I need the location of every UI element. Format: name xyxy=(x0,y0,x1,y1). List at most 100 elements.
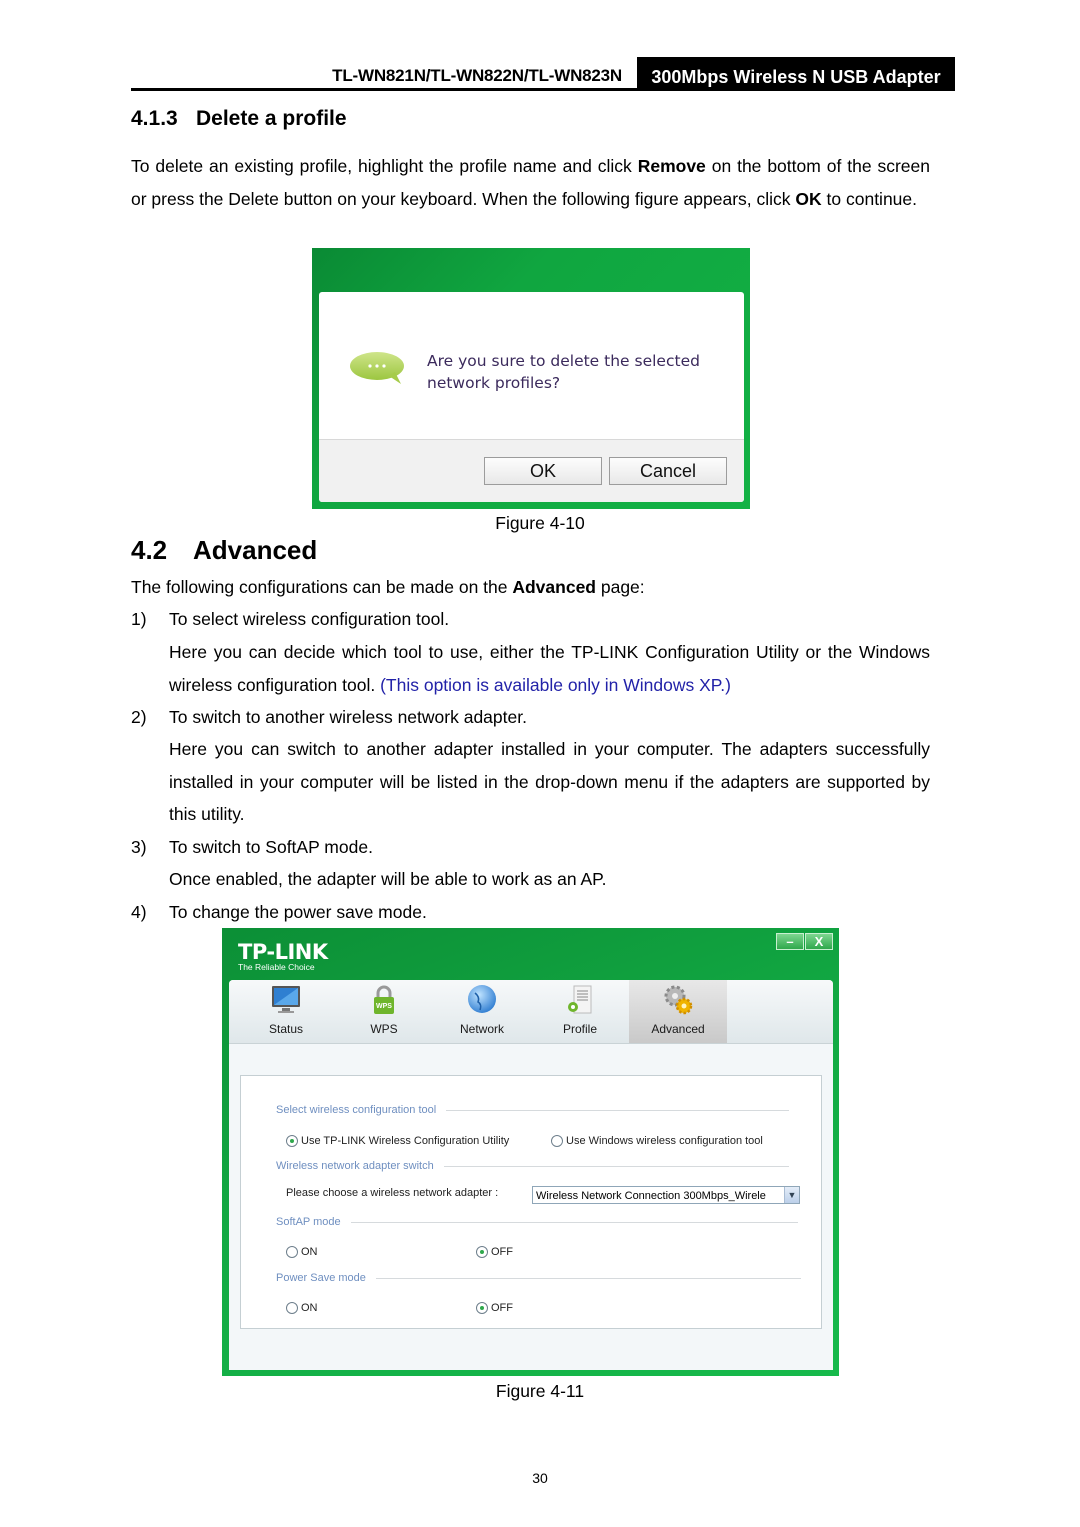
page-number: 30 xyxy=(532,1470,548,1486)
radio-unselected-icon[interactable] xyxy=(286,1302,298,1314)
profile-document-icon xyxy=(568,985,592,1014)
section-config-tool: Select wireless configuration tool xyxy=(276,1104,790,1116)
list-item: 1) To select wireless configuration tool. xyxy=(131,603,449,636)
option-label: ON xyxy=(301,1302,318,1314)
wps-lock-icon: WPS xyxy=(374,985,394,1014)
text: page: xyxy=(596,577,645,597)
header-product: 300Mbps Wireless N USB Adapter xyxy=(637,57,955,91)
tplink-logo: TP-LINK The Reliable Choice xyxy=(238,940,328,972)
chevron-down-icon[interactable]: ▼ xyxy=(784,1187,799,1203)
tab-label: Status xyxy=(268,1022,304,1036)
tab-label: Profile xyxy=(562,1022,597,1036)
section-divider xyxy=(350,1221,798,1223)
radio-selected-icon[interactable] xyxy=(286,1135,298,1147)
tab-status[interactable]: Status xyxy=(237,980,335,1043)
tplink-utility-window: TP-LINK The Reliable Choice – X Status W… xyxy=(222,928,839,1376)
option-label: OFF xyxy=(491,1302,513,1314)
globe-icon xyxy=(468,985,496,1013)
section-title: Power Save mode xyxy=(276,1272,366,1284)
list-item: 4) To change the power save mode. xyxy=(131,896,427,929)
list-number: 4) xyxy=(131,902,147,922)
radio-softap-off[interactable]: OFF xyxy=(476,1246,513,1258)
tab-label: Network xyxy=(459,1022,504,1036)
radio-softap-on[interactable]: ON xyxy=(286,1246,318,1258)
list-description: Here you can decide which tool to use, e… xyxy=(169,636,930,701)
ok-button[interactable]: OK xyxy=(484,457,602,485)
delete-confirm-dialog: Are you sure to delete the selected netw… xyxy=(312,248,750,509)
section-title: Delete a profile xyxy=(196,107,347,130)
section-divider xyxy=(375,1277,801,1279)
list-item: 3) To switch to SoftAP mode. xyxy=(131,831,373,864)
section-number: 4.2 xyxy=(131,535,168,565)
option-label: ON xyxy=(301,1246,318,1258)
option-label: OFF xyxy=(491,1246,513,1258)
list-title: To change the power save mode. xyxy=(169,902,427,922)
radio-tplink-utility[interactable]: Use TP-LINK Wireless Configuration Utili… xyxy=(286,1135,509,1147)
section-heading-4-2: 4.2 Advanced xyxy=(131,535,317,566)
section-title: Advanced xyxy=(193,535,318,565)
window-controls: – X xyxy=(776,933,833,950)
list-title: To switch to another wireless network ad… xyxy=(169,707,527,727)
remove-keyword: Remove xyxy=(637,156,706,176)
header-model: TL-WN821N/TL-WN822N/TL-WN823N xyxy=(332,66,622,85)
section-title: Wireless network adapter switch xyxy=(276,1160,434,1172)
list-number: 3) xyxy=(131,837,147,857)
section-adapter-switch: Wireless network adapter switch xyxy=(276,1160,789,1172)
radio-unselected-icon[interactable] xyxy=(286,1246,298,1258)
cancel-button[interactable]: Cancel xyxy=(609,457,727,485)
option-label: Use TP-LINK Wireless Configuration Utili… xyxy=(301,1135,510,1147)
list-number: 2) xyxy=(131,707,147,727)
adapter-select[interactable]: Wireless Network Connection 300Mbps_Wire… xyxy=(532,1186,800,1204)
tab-label: WPS xyxy=(370,1022,398,1036)
section-title: Select wireless configuration tool xyxy=(276,1104,437,1116)
dialog-body: Are you sure to delete the selected netw… xyxy=(319,292,744,502)
option-label: Use Windows wireless configuration tool xyxy=(566,1135,763,1147)
windows-xp-note: (This option is available only in Window… xyxy=(380,674,731,695)
text: The following configurations can be made… xyxy=(131,577,513,597)
advanced-intro: The following configurations can be made… xyxy=(131,571,930,604)
ok-keyword: OK xyxy=(795,188,822,209)
list-title: To switch to SoftAP mode. xyxy=(169,837,373,857)
tab-label: Advanced xyxy=(651,1022,705,1036)
section-divider xyxy=(443,1165,789,1167)
svg-text:WPS: WPS xyxy=(376,1003,392,1010)
app-body: Status WPS WPS Network Profile Advanced … xyxy=(229,980,833,1370)
tab-profile[interactable]: Profile xyxy=(531,980,629,1043)
tab-bar: Status WPS WPS Network Profile Advanced xyxy=(229,980,833,1044)
list-description: Here you can switch to another adapter i… xyxy=(169,739,930,824)
section-divider xyxy=(446,1109,790,1111)
radio-selected-icon[interactable] xyxy=(476,1302,488,1314)
list-description: Once enabled, the adapter will be able t… xyxy=(169,869,607,889)
minimize-button[interactable]: – xyxy=(776,933,804,950)
tab-advanced[interactable]: Advanced xyxy=(629,980,727,1043)
page-header: TL-WN821N/TL-WN822N/TL-WN823N 300Mbps Wi… xyxy=(131,57,955,91)
radio-windows-tool[interactable]: Use Windows wireless configuration tool xyxy=(551,1135,763,1147)
adapter-prompt: Please choose a wireless network adapter… xyxy=(286,1187,499,1199)
dialog-message: Are you sure to delete the selected netw… xyxy=(427,352,700,392)
select-value: Wireless Network Connection 300Mbps_Wire… xyxy=(536,1190,766,1202)
section-power-save: Power Save mode xyxy=(276,1272,801,1284)
section-number: 4.1.3 xyxy=(131,107,178,130)
radio-selected-icon[interactable] xyxy=(476,1246,488,1258)
figure-caption: Figure 4-10 xyxy=(495,513,585,533)
gears-icon xyxy=(664,985,693,1015)
section-softap: SoftAP mode xyxy=(276,1216,798,1228)
advanced-keyword: Advanced xyxy=(512,577,596,597)
close-button[interactable]: X xyxy=(805,933,833,950)
radio-power-save-off[interactable]: OFF xyxy=(476,1302,513,1314)
monitor-icon xyxy=(272,986,300,1013)
logo-tagline: The Reliable Choice xyxy=(238,962,315,972)
logo-text: TP-LINK xyxy=(238,940,328,964)
radio-unselected-icon[interactable] xyxy=(551,1135,563,1147)
tab-wps[interactable]: WPS WPS xyxy=(335,980,433,1043)
text: to continue. xyxy=(821,188,918,209)
figure-caption: Figure 4-11 xyxy=(495,1381,585,1401)
list-title: To select wireless configuration tool. xyxy=(169,609,450,629)
section-heading-4-1-3: 4.1.3 Delete a profile xyxy=(131,107,347,131)
delete-profile-paragraph: To delete an existing profile, highlight… xyxy=(131,150,930,215)
list-number: 1) xyxy=(131,609,147,629)
tab-network[interactable]: Network xyxy=(433,980,531,1043)
advanced-content: Select wireless configuration tool Use T… xyxy=(229,1044,833,1370)
radio-power-save-on[interactable]: ON xyxy=(286,1302,318,1314)
advanced-settings-panel: Select wireless configuration tool Use T… xyxy=(240,1075,822,1329)
